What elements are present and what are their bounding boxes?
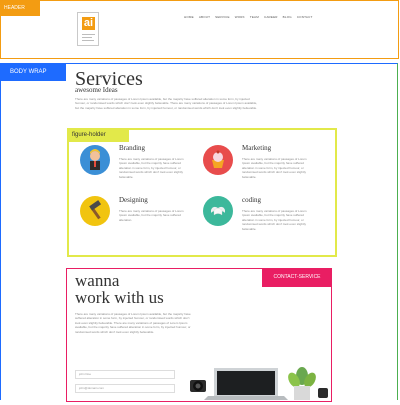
contact-heading: wanna work with us <box>75 272 164 306</box>
nav-item-team[interactable]: TEAM <box>250 15 259 19</box>
coding-icon <box>203 196 233 226</box>
feature-title-branding: Branding <box>119 144 146 152</box>
figure-holder-tag: figure-holder <box>67 128 129 142</box>
nav-item-service[interactable]: SERVICE <box>215 15 230 19</box>
feature-title-designing: Designing <box>119 196 148 204</box>
nav-item-contact[interactable]: CONTACT <box>297 15 313 19</box>
feature-text-coding: There are many variations of passages of… <box>242 209 307 231</box>
feature-text-branding: There are many variations of passages of… <box>119 157 184 179</box>
branding-icon <box>80 145 110 175</box>
contact-service-tag: CONTACT-SERVICE <box>262 268 332 287</box>
nav-item-career[interactable]: CAREER <box>264 15 278 19</box>
feature-title-marketing: Marketing <box>242 144 272 152</box>
designing-icon <box>80 196 110 226</box>
name-field[interactable]: john Doe <box>75 370 175 379</box>
feature-text-designing: There are many variations of passages of… <box>119 209 184 222</box>
email-field[interactable]: john@domain.com <box>75 384 175 393</box>
services-paragraph: There are many variations of passages of… <box>75 97 258 110</box>
services-subtitle: awesome Ideas <box>75 86 118 94</box>
main-nav: HOME ABOUT SERVICE WORK TEAM CAREER BLOG… <box>184 15 313 19</box>
contact-paragraph: There are many variations of passages of… <box>75 312 191 334</box>
nav-item-blog[interactable]: BLOG <box>283 15 292 19</box>
nav-item-work[interactable]: WORK <box>235 15 245 19</box>
workspace-illustration <box>186 366 332 400</box>
contact-heading-line2: work with us <box>75 288 164 307</box>
logo-line <box>82 34 95 35</box>
logo-line <box>82 37 92 38</box>
nav-item-home[interactable]: HOME <box>184 15 194 19</box>
feature-text-marketing: There are many variations of passages of… <box>242 157 307 179</box>
header-region <box>0 0 399 59</box>
logo-mark: ai <box>82 17 95 30</box>
logo[interactable]: ai <box>77 12 99 46</box>
marketing-icon <box>203 145 233 175</box>
nav-item-about[interactable]: ABOUT <box>199 15 210 19</box>
body-wrap-tag: BODY WRAP <box>0 63 66 81</box>
feature-title-coding: coding <box>242 196 262 204</box>
header-tag: HEADER <box>0 0 40 16</box>
contact-heading-line1: wanna <box>75 271 120 290</box>
logo-line <box>82 40 94 41</box>
